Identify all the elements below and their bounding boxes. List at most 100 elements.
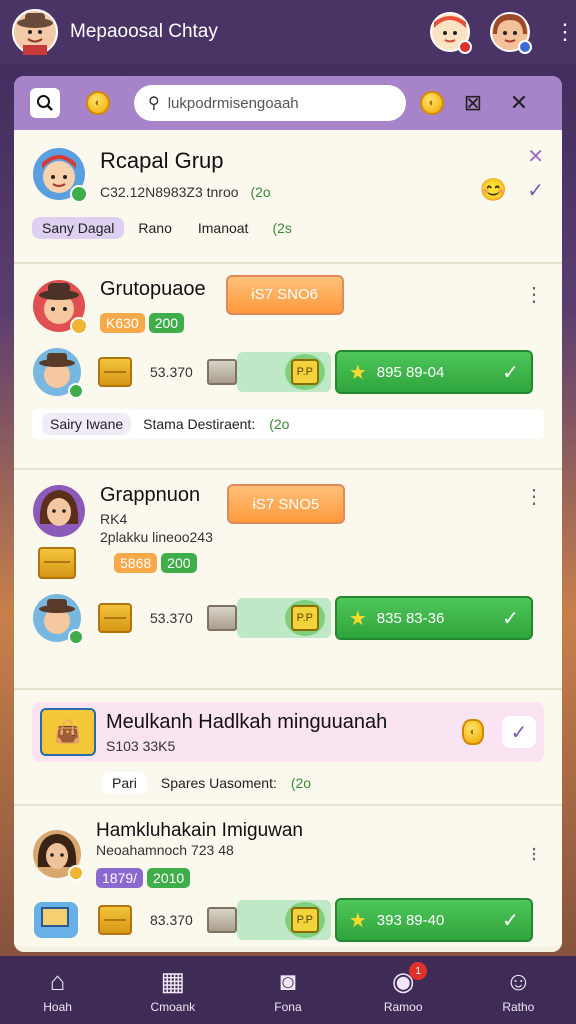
close-box-icon[interactable]: ⊠ [460,90,486,116]
nav-notifications[interactable]: ◉ 1 Ramoo [353,962,453,1014]
note-chip-1[interactable]: Sairy Iwane [42,413,132,435]
card-avatar [32,279,88,335]
claim-button[interactable]: ★ 895 89-04 ✓ [334,350,533,394]
group-avatar [32,147,88,203]
verified-check-icon [70,184,88,203]
nav-home[interactable]: ⌂ Hoah [8,966,108,1014]
online-status-icon [518,40,532,54]
note-text: Stama Destiraent: [143,416,256,432]
contact-avatar-1[interactable] [430,12,472,54]
group-card-3[interactable]: Hamkluhakain Imiguwan Neoahamnoch 723 48… [14,806,562,946]
camera-icon: ◙ [280,966,296,996]
more-options-icon[interactable]: ⋮ [554,21,576,43]
group-card-2[interactable]: Grappnuon RK4 2plakku lineoo243 ɨS7 SNO5… [14,470,562,690]
shopping-bag-icon: 👜 [40,708,96,756]
member-status-icon [68,629,84,645]
nav-profile[interactable]: ☺ Ratho [468,966,568,1014]
storage-box-icon [206,907,237,933]
card-title: Hamkluhakain Imiguwan [96,820,303,841]
item-count: 83.370 [150,912,193,928]
bottom-navigation: ⌂ Hoah ▦ Cmoank ◙ Fona ◉ 1 Ramoo ☺ Ratho [0,956,576,1024]
card-menu-icon[interactable]: ⋮ [524,282,544,307]
claim-label: 835 83-36 [376,609,445,627]
coin-badge-icon [68,865,84,881]
star-icon: ★ [348,361,367,384]
card-tag-1: 5868 [114,553,158,573]
treasure-crate-icon [98,357,132,387]
card-menu-icon[interactable]: ⁝ [524,842,544,867]
emoji-icon[interactable]: 😊 [480,177,507,203]
card-subtitle-1: RK4 [100,511,128,527]
promo-group[interactable]: 👜 Meulkanh Hadlkah minguuanah S103 33K5 … [14,690,562,806]
reward-tile-icon: P.P [284,600,325,636]
storage-box-icon [206,605,237,631]
card-avatar [32,484,86,538]
nav-home-label: Hoah [43,1000,72,1014]
search-input[interactable]: ⚲ lukpodrmisengoaah [134,85,406,121]
top-header: Mepaoosal Chtay ⋮ [0,0,576,64]
coin-icon[interactable]: ◐ [86,91,110,115]
gold-coin-icon[interactable]: ◐ [420,91,444,115]
woman-avatar-icon [33,485,85,537]
card-title: Grutopuaoe [100,278,206,300]
member-avatar [32,900,80,940]
search-placeholder: lukpodrmisengoaah [167,94,299,112]
check-icon[interactable]: ✓ [502,716,536,748]
claim-button[interactable]: ★ 835 83-36 ✓ [334,596,533,640]
app-title: Mepaoosal Chtay [70,21,218,42]
group-meta: C32.12N8983Z3 tnroo [100,183,239,200]
promo-title: Meulkanh Hadlkah minguuanah [106,710,388,733]
nav-profile-label: Ratho [502,1000,535,1014]
treasure-crate-icon [98,905,132,935]
chip-tag-3[interactable]: Imanoat [188,217,259,239]
notification-dot-icon [458,40,472,54]
chip-tag-1[interactable]: Sany Dagal [32,217,125,239]
main-panel: ◐ ⚲ lukpodrmisengoaah ◐ ⊠ ✕ Rcapal Grup [14,76,562,952]
star-icon: ★ [348,607,367,630]
chip-tag-2[interactable]: Rano [128,217,181,239]
search-toolbar: ◐ ⚲ lukpodrmisengoaah ◐ ⊠ ✕ [14,76,562,130]
dismiss-icon[interactable]: ✕ [527,144,544,169]
member-avatar [32,593,84,645]
profile-avatar[interactable] [12,9,58,55]
reward-progress[interactable]: P.P [236,900,331,940]
chip-tag-4[interactable]: (2s [262,217,301,239]
search-button[interactable] [30,88,60,118]
magnifier-icon: ⚲ [148,95,160,112]
price-button[interactable]: ɨS7 SNO5 [226,484,345,524]
check-icon[interactable]: ✓ [527,178,544,203]
item-count: 53.370 [150,364,193,380]
checkmark-icon: ✓ [502,361,519,384]
card-tag-2: 200 [148,313,185,333]
claim-button[interactable]: ★ 393 89-40 ✓ [334,898,533,942]
storage-box-icon [206,359,237,385]
card-tag-1: 1879/ [96,868,144,888]
coin-badge-icon [70,316,88,335]
coin-stack-icon: ◐ [462,719,484,745]
treasure-crate-icon [38,547,76,579]
nav-chat[interactable]: ▦ Cmoank [123,966,223,1014]
checkmark-icon: ✓ [502,607,519,630]
profile-icon: ☺ [505,966,532,996]
reward-progress[interactable]: P.P [236,352,331,392]
card-tag-2: 200 [161,553,197,573]
promo-chip-1[interactable]: Pari [102,772,147,794]
close-icon[interactable]: ✕ [506,90,532,116]
card-subtitle-2: 2plakku lineoo243 [100,529,213,545]
nav-badge: 1 [409,962,428,980]
member-status-icon [68,383,84,399]
nav-chat-label: Cmoank [150,1000,196,1014]
claim-label: 895 89-04 [376,363,445,381]
contact-avatar-2[interactable] [490,12,532,54]
price-button[interactable]: ɨS7 SNO6 [225,274,344,315]
card-title: Grappnuon [100,484,201,506]
featured-group[interactable]: Rcapal Grup C32.12N8983Z3 tnroo (2o ✕ 😊 … [14,130,562,264]
nav-camera[interactable]: ◙ Fona [238,966,338,1014]
reward-progress[interactable]: P.P [236,598,331,638]
checkmark-icon: ✓ [502,909,519,932]
card-menu-icon[interactable]: ⋮ [524,484,544,509]
group-card-1[interactable]: Grutopuaoe K630 200 ɨS7 SNO6 ⋮ 53.370 P.… [14,264,562,470]
card-avatar [32,829,84,881]
chat-grid-icon: ▦ [160,966,186,996]
card-tag-2: 2010 [147,868,191,888]
